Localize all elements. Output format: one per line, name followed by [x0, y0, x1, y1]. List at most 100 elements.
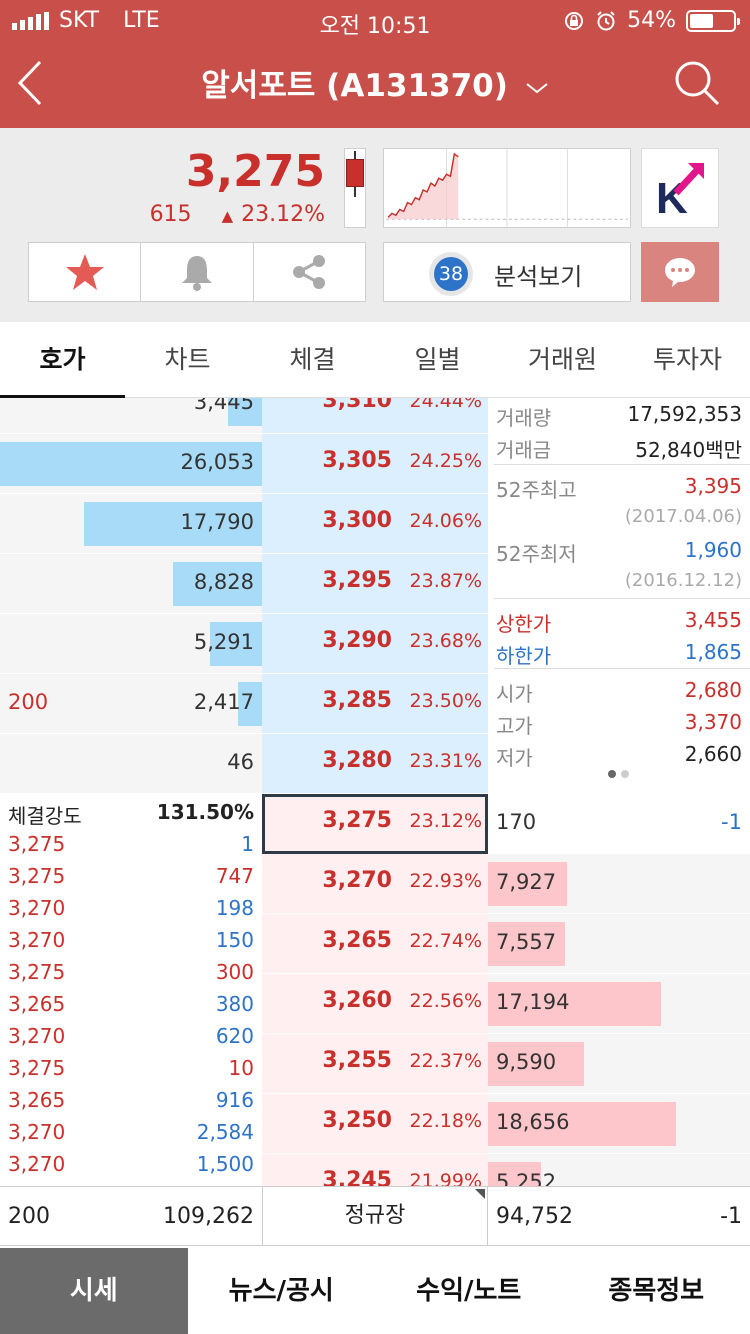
price-change: 615 ▲ 23.12% — [150, 202, 325, 227]
bid-qty-cell: 7,927 — [488, 854, 750, 914]
ask-qty-cell: 46 — [0, 734, 262, 794]
chat-button[interactable] — [641, 242, 719, 302]
bid-qty: 7,927 — [496, 870, 557, 894]
analysis-button[interactable]: 38 분석보기 — [383, 242, 631, 302]
trade-qty: 2,584 — [196, 1120, 254, 1144]
info-amount: 거래금 52,840백만 — [496, 438, 742, 462]
status-bar: SKT LTE 오전 10:51 54% — [0, 0, 750, 40]
trade-qty: 10 — [228, 1056, 254, 1080]
corner-triangle-icon — [475, 1189, 485, 1199]
nav-profit-note[interactable]: 수익/노트 — [375, 1248, 563, 1334]
share-button[interactable] — [254, 243, 365, 301]
bid-pct: 21.99% — [409, 1170, 482, 1186]
nav-stock-info[interactable]: 종목정보 — [563, 1248, 750, 1334]
ask-price-cell[interactable]: 3,290 23.68% — [262, 614, 488, 674]
bid-price-cell[interactable]: 3,245 21.99% — [262, 1154, 488, 1186]
company-logo: K — [641, 148, 719, 228]
trade-qty: 916 — [215, 1088, 254, 1112]
ask-qty-cell: 200 2,417 — [0, 674, 262, 734]
analysis-label: 분석보기 — [494, 263, 583, 291]
trade-price: 3,270 — [8, 1152, 66, 1176]
nav-quote[interactable]: 시세 — [0, 1248, 188, 1334]
page-indicator[interactable] — [608, 770, 629, 778]
info-lower-limit: 하한가 1,865 — [496, 640, 742, 668]
intraday-sparkline[interactable] — [383, 148, 631, 228]
bid-price: 3,250 — [322, 1108, 392, 1133]
ask-qty-cell: 8,828 — [0, 554, 262, 614]
chat-bubble-icon — [665, 258, 695, 287]
trade-price: 3,275 — [8, 960, 66, 984]
nav-news[interactable]: 뉴스/공시 — [188, 1248, 376, 1334]
nav-bar: 알서포트 (A131370) — [0, 40, 750, 128]
ask-price: 3,305 — [322, 448, 392, 473]
trade-row: 3,265 380 — [8, 992, 254, 1016]
ask-price-cell[interactable]: 3,310 24.44% — [262, 398, 488, 434]
bid-qty: 9,590 — [496, 1050, 557, 1074]
tab-daily[interactable]: 일별 — [375, 322, 500, 397]
bid-price: 3,245 — [322, 1168, 392, 1186]
tab-investors[interactable]: 투자자 — [625, 322, 750, 397]
tab-orderbook[interactable]: 호가 — [0, 322, 125, 398]
session-selector[interactable]: 정규장 — [262, 1187, 488, 1245]
bid-qty: 18,656 — [496, 1110, 570, 1134]
trade-qty: 300 — [215, 960, 254, 984]
order-totals: 200 109,262 정규장 94,752 -1 — [0, 1186, 750, 1246]
bid-pct: 22.56% — [409, 990, 482, 1012]
action-buttons — [28, 242, 366, 302]
bid-price: 3,265 — [322, 928, 392, 953]
ask-pct: 24.25% — [409, 450, 482, 472]
bid-qty-cell: 9,590 — [488, 1034, 750, 1094]
ask-qty: 26,053 — [180, 450, 254, 474]
info-52w-high-date: (2017.04.06) — [624, 506, 742, 527]
trade-price: 3,270 — [8, 1120, 66, 1144]
star-icon — [65, 254, 104, 290]
bid-price-cell[interactable]: 3,255 22.37% — [262, 1034, 488, 1094]
info-open: 시가 2,680 — [496, 678, 742, 706]
session-label: 정규장 — [344, 1203, 406, 1228]
info-52w-low-date: (2016.12.12) — [624, 570, 742, 591]
battery-percent: 54% — [627, 8, 676, 33]
info-volume: 거래량 17,592,353 — [496, 402, 742, 430]
app-header: SKT LTE 오전 10:51 54% 알서포트 (A131370) — [0, 0, 750, 128]
bid-price-cell[interactable]: 3,250 22.18% — [262, 1094, 488, 1154]
tab-trades[interactable]: 체결 — [250, 322, 375, 397]
ask-price: 3,285 — [322, 688, 392, 713]
trade-row: 3,275 300 — [8, 960, 254, 984]
bid-price-cell[interactable]: 3,260 22.56% — [262, 974, 488, 1034]
ask-price-cell[interactable]: 3,300 24.06% — [262, 494, 488, 554]
trade-row: 3,270 2,584 — [8, 1120, 254, 1144]
bid-qty: 5,252 — [496, 1170, 557, 1186]
trade-row: 3,270 150 — [8, 928, 254, 952]
favorite-button[interactable] — [29, 243, 142, 301]
info-52w-high: 52주최고 3,395 — [496, 474, 742, 502]
search-icon[interactable] — [672, 58, 722, 108]
bid-price-cell[interactable]: 3,270 22.93% — [262, 854, 488, 914]
tab-chart[interactable]: 차트 — [125, 322, 250, 397]
ask-qty-cell: 3,445 — [0, 398, 262, 434]
quote-summary: 3,275 615 ▲ 23.12% K 38 분석보기 — [0, 128, 750, 322]
stock-info-panel: 거래량 17,592,353 거래금 52,840백만 52주최고 3,395 (20… — [488, 398, 750, 794]
trade-price: 3,275 — [8, 864, 66, 888]
stock-title[interactable]: 알서포트 (A131370) — [0, 60, 750, 105]
current-price-highlight — [262, 794, 488, 854]
bid-price: 3,270 — [322, 868, 392, 893]
trade-strength: 체결강도 131.50% — [8, 800, 254, 828]
trade-price: 3,265 — [8, 992, 66, 1016]
ask-pct: 24.44% — [409, 398, 482, 412]
change-percent: 23.12% — [241, 202, 325, 227]
ask-price: 3,280 — [322, 748, 392, 773]
ask-qty: 5,291 — [193, 630, 254, 654]
tab-brokers[interactable]: 거래원 — [500, 322, 625, 397]
bid-price-cell[interactable]: 3,265 22.74% — [262, 914, 488, 974]
ask-price-cell[interactable]: 3,280 23.31% — [262, 734, 488, 794]
ask-price-cell[interactable]: 3,305 24.25% — [262, 434, 488, 494]
ask-price-cell[interactable]: 3,285 23.50% — [262, 674, 488, 734]
trade-qty: 1,500 — [196, 1152, 254, 1176]
info-upper-limit: 상한가 3,455 — [496, 608, 742, 636]
trade-row: 3,275 1 — [8, 832, 254, 856]
ask-qty: 46 — [227, 750, 254, 774]
alert-button[interactable] — [141, 243, 254, 301]
ask-pct: 24.06% — [409, 510, 482, 532]
order-book[interactable]: 46 3,280 23.31% 200 2,417 3,285 23.50% 5,291 3,2… — [0, 398, 750, 1186]
ask-price-cell[interactable]: 3,295 23.87% — [262, 554, 488, 614]
